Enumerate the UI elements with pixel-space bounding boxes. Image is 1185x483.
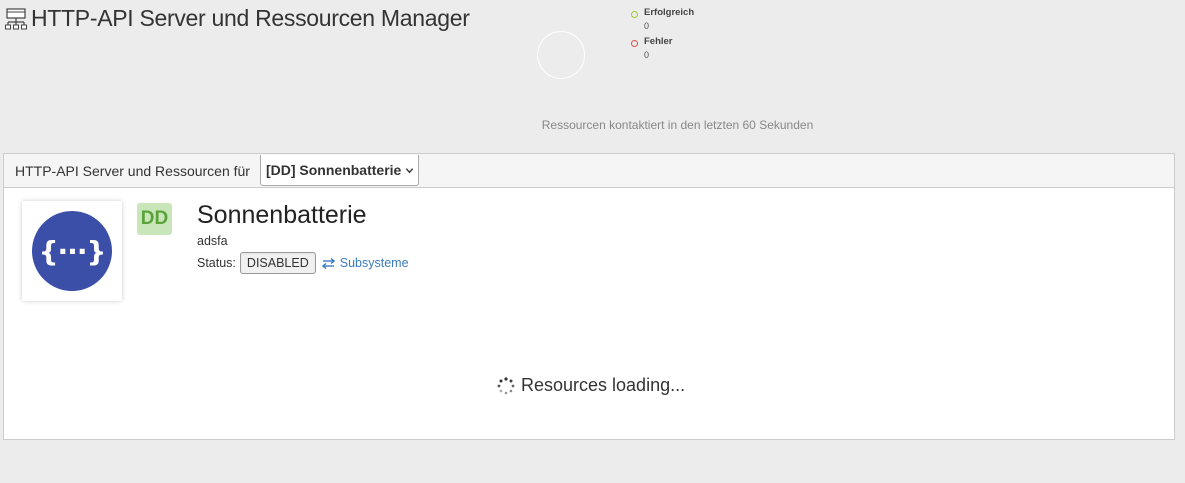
subsystems-link-label: Subsysteme <box>339 256 409 270</box>
server-select[interactable]: [DD] Sonnenbatterie <box>259 155 420 186</box>
loading-text: Resources loading... <box>521 375 686 395</box>
panel-header: HTTP-API Server und Ressourcen für [DD] … <box>4 154 1174 188</box>
chart-legend: Erfolgreich 0 Fehler 0 <box>631 7 694 65</box>
legend-error-count: 0 <box>644 50 650 60</box>
server-type-badge: DD <box>137 203 172 235</box>
subsystems-link[interactable]: Subsysteme <box>321 256 409 270</box>
server-logo: {···} <box>22 201 122 301</box>
page-title: HTTP-API Server und Ressourcen Manager <box>31 5 470 31</box>
status-label: Status: <box>197 256 236 270</box>
status-toggle-button[interactable]: DISABLED <box>239 252 316 274</box>
status-row: Status: DISABLED Subsysteme <box>197 252 409 274</box>
header: HTTP-API Server und Ressourcen Manager <box>4 5 470 32</box>
chart-caption: Ressourcen kontaktiert in den letzten 60… <box>541 118 814 132</box>
server-description: adsfa <box>197 234 228 248</box>
legend-success-count: 0 <box>644 21 650 31</box>
api-logo-icon: {···} <box>32 211 112 291</box>
legend-success-label: Erfolgreich <box>644 7 695 18</box>
network-icon <box>5 7 27 29</box>
server-select-label: HTTP-API Server und Ressourcen für <box>15 162 250 179</box>
legend-success: Erfolgreich 0 <box>631 7 694 36</box>
error-dot-icon <box>631 40 638 47</box>
success-dot-icon <box>631 11 638 18</box>
server-panel: HTTP-API Server und Ressourcen für [DD] … <box>3 153 1175 440</box>
exchange-icon <box>321 257 335 269</box>
loading-indicator: Resources loading... <box>497 375 685 396</box>
legend-error-label: Fehler <box>644 36 673 47</box>
page: HTTP-API Server und Ressourcen Manager E… <box>0 0 1185 483</box>
spinner-icon <box>497 376 515 394</box>
legend-error: Fehler 0 <box>631 36 694 65</box>
server-name: Sonnenbatterie <box>197 201 367 229</box>
contacts-donut-chart <box>537 31 585 79</box>
chevron-down-icon <box>406 167 414 173</box>
server-select-value: [DD] Sonnenbatterie <box>265 162 402 178</box>
